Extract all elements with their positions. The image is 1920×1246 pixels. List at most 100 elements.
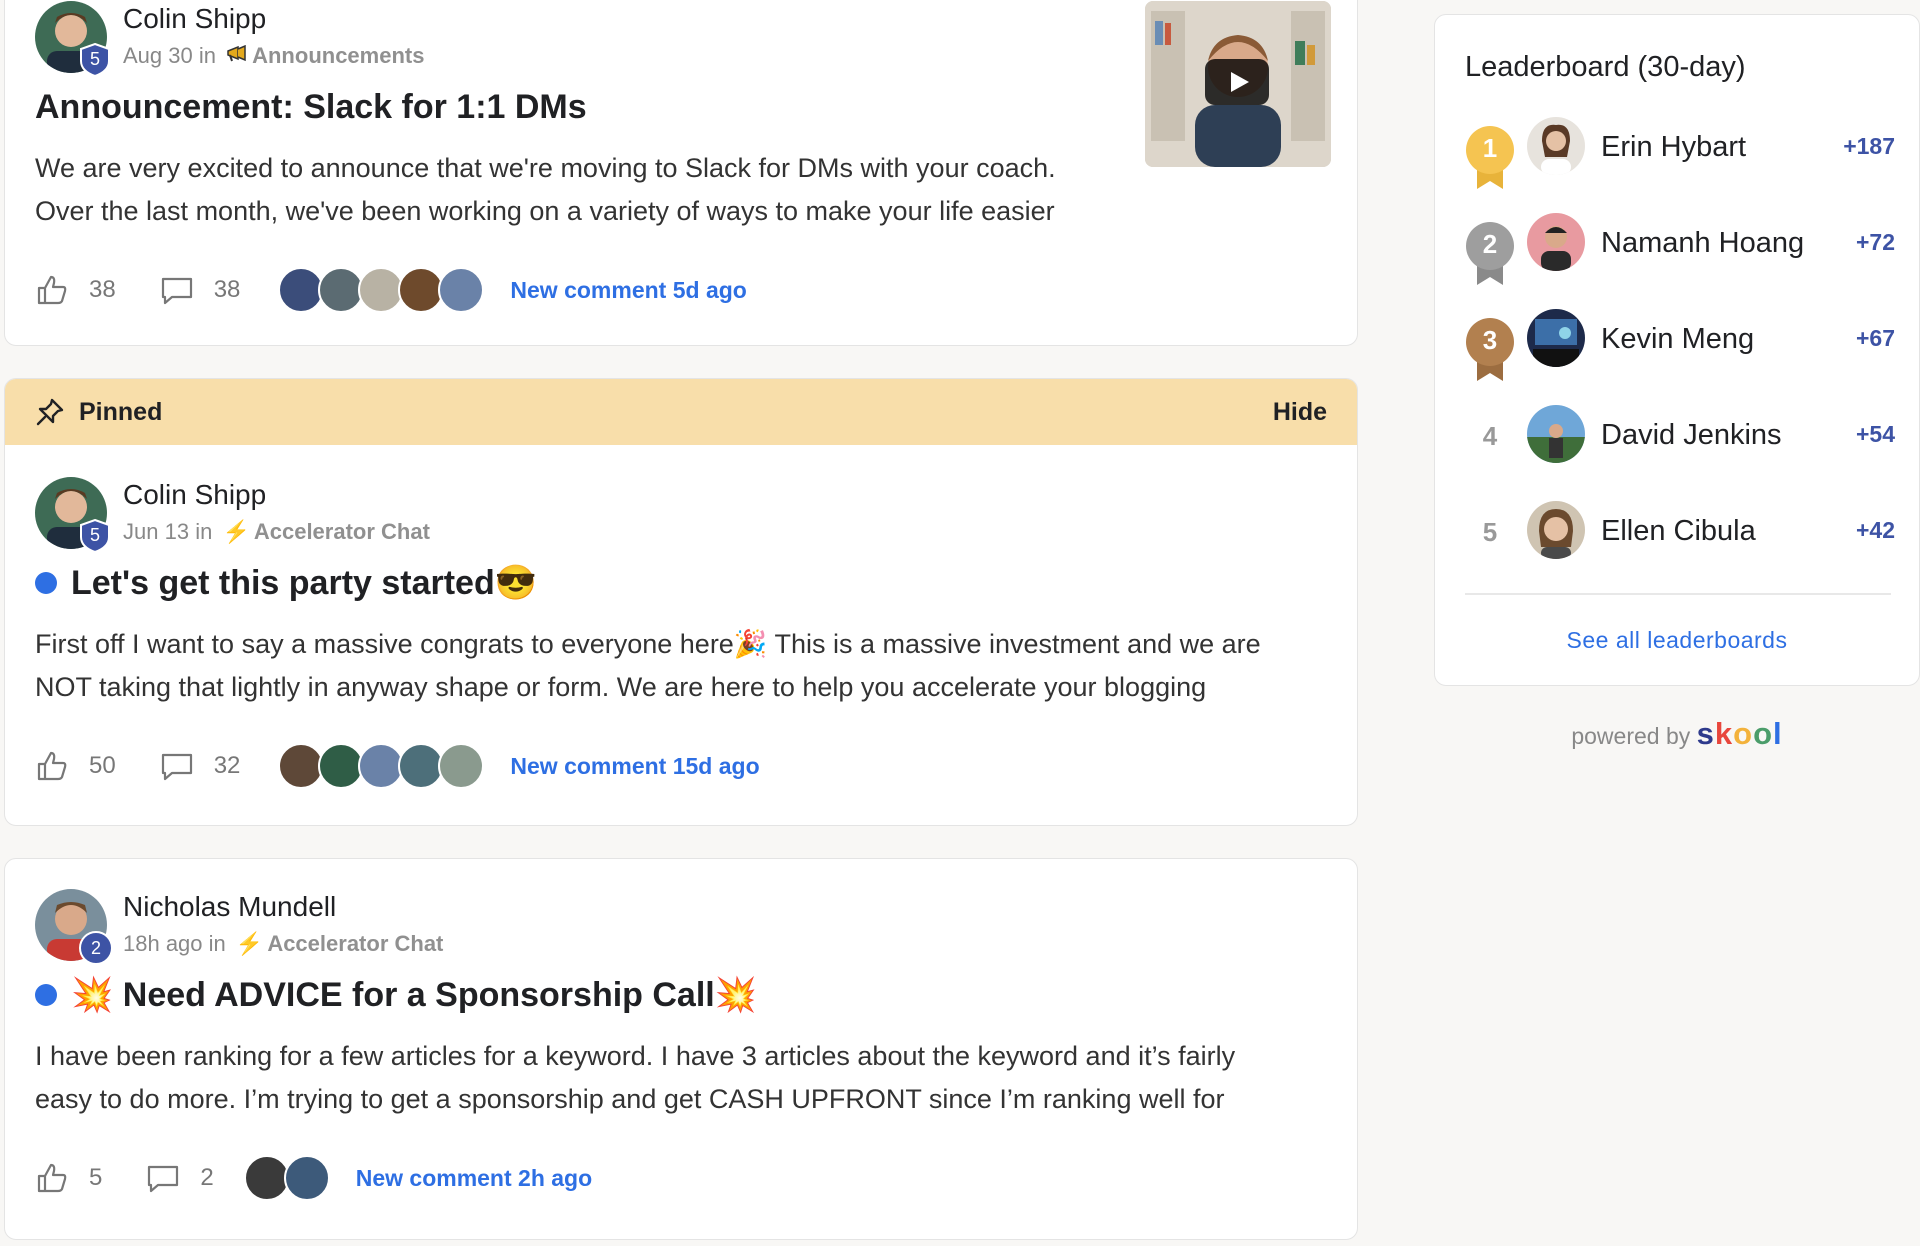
- post-actions: 5 2 New comment 2h ago: [35, 1153, 1327, 1203]
- like-button[interactable]: 5: [35, 1161, 102, 1195]
- post-title-text: Announcement: Slack for 1:1 DMs: [35, 88, 587, 126]
- leaderboard-entry[interactable]: 5 Ellen Cibula +42: [1465, 501, 1895, 573]
- leaderboard-name[interactable]: Kevin Meng: [1601, 323, 1754, 356]
- post-title[interactable]: Let's get this party started😎: [35, 561, 1327, 605]
- video-thumbnail[interactable]: [1145, 1, 1331, 167]
- post-excerpt: I have been ranking for a few articles f…: [35, 1041, 1236, 1114]
- leaderboard-points: +187: [1843, 133, 1895, 159]
- leaderboard-avatar[interactable]: [1527, 213, 1585, 271]
- new-comment-link[interactable]: New comment 15d ago: [510, 753, 759, 780]
- post-actions: 38 38 New comment 5d ago: [35, 265, 1327, 315]
- thumbs-up-icon: [37, 275, 67, 305]
- post-title[interactable]: Announcement: Slack for 1:1 DMs: [35, 85, 1327, 129]
- post-card-pinned[interactable]: Pinned Hide 5 Colin Shipp Jun 13 in ⚡ Acc…: [4, 378, 1358, 826]
- post-title-text: 💥 Need ADVICE for a Sponsorship Call💥: [71, 976, 758, 1014]
- comment-count: 38: [213, 276, 241, 303]
- like-count: 50: [89, 752, 116, 779]
- post-excerpt: We are very excited to announce that we'…: [35, 153, 1056, 226]
- skool-logo[interactable]: skool: [1697, 716, 1783, 751]
- unread-dot: [35, 572, 57, 594]
- post-excerpt: First off I want to say a massive congra…: [35, 629, 1261, 702]
- post-title[interactable]: 💥 Need ADVICE for a Sponsorship Call💥: [35, 973, 1327, 1017]
- leaderboard-panel: Leaderboard (30-day) 1 Erin Hybart +187 …: [1434, 14, 1920, 686]
- commenter-avatar[interactable]: [243, 1155, 290, 1201]
- leaderboard-avatar[interactable]: [1527, 501, 1585, 559]
- post-actions: 50 32 New comment 15d ago: [35, 741, 1327, 791]
- like-button[interactable]: 38: [35, 273, 116, 307]
- comment-button[interactable]: 2: [146, 1161, 214, 1195]
- leaderboard-entry[interactable]: 3 Kevin Meng +67: [1465, 309, 1895, 381]
- post-meta: Jun 13 in ⚡ Accelerator Chat: [123, 519, 430, 545]
- commenter-avatar[interactable]: [438, 743, 485, 789]
- leaderboard-entry[interactable]: 2 Namanh Hoang +72: [1465, 213, 1895, 285]
- comment-button[interactable]: 38: [160, 273, 241, 307]
- comment-count: 32: [213, 752, 241, 779]
- category-link[interactable]: Announcements: [252, 43, 424, 68]
- play-icon[interactable]: [1205, 59, 1269, 105]
- post-date: Jun 13: [123, 519, 190, 544]
- category-link[interactable]: Accelerator Chat: [254, 519, 430, 544]
- divider: [1465, 593, 1891, 595]
- see-all-leaderboards-link[interactable]: See all leaderboards: [1435, 627, 1919, 654]
- powered-by-footer[interactable]: powered by skool: [1434, 716, 1920, 752]
- like-button[interactable]: 50: [35, 749, 116, 783]
- category-link[interactable]: Accelerator Chat: [267, 931, 443, 956]
- commenter-avatars: [278, 267, 485, 313]
- leaderboard-title: Leaderboard (30-day): [1465, 51, 1746, 83]
- level-badge: 5: [79, 42, 111, 78]
- pin-icon: [36, 398, 64, 426]
- level-badge: 2: [79, 931, 113, 965]
- leaderboard-points: +67: [1855, 325, 1895, 351]
- comment-icon: [161, 277, 192, 305]
- leaderboard-entry[interactable]: 4 David Jenkins +54: [1465, 405, 1895, 477]
- post-meta: Aug 30 in Announcements: [123, 43, 424, 69]
- megaphone-icon: [226, 43, 248, 69]
- leaderboard-points: +54: [1855, 421, 1895, 447]
- author-name[interactable]: Colin Shipp: [123, 479, 266, 511]
- commenter-avatar[interactable]: [438, 267, 485, 313]
- post-title-text: Let's get this party started😎: [71, 564, 538, 602]
- level-badge: 5: [79, 518, 111, 554]
- comment-icon: [148, 1165, 179, 1193]
- rank-number: 5: [1482, 517, 1498, 547]
- thumbs-up-icon: [37, 751, 67, 781]
- comment-button[interactable]: 32: [160, 749, 241, 783]
- author-name[interactable]: Nicholas Mundell: [123, 891, 336, 923]
- silver-medal-icon: 2: [1465, 221, 1515, 287]
- leaderboard-avatar[interactable]: [1527, 117, 1585, 175]
- commenter-avatars: [278, 743, 485, 789]
- like-count: 5: [89, 1164, 103, 1191]
- leaderboard-avatar[interactable]: [1527, 405, 1585, 463]
- post-date: Aug 30: [123, 43, 193, 68]
- rank-number: 4: [1482, 421, 1498, 451]
- leaderboard-name[interactable]: Erin Hybart: [1601, 131, 1746, 164]
- new-comment-link[interactable]: New comment 5d ago: [510, 277, 746, 304]
- pinned-banner: Pinned Hide: [5, 379, 1357, 445]
- comment-count: 2: [200, 1164, 214, 1191]
- leaderboard-name[interactable]: Ellen Cibula: [1601, 515, 1756, 548]
- leaderboard-entry[interactable]: 1 Erin Hybart +187: [1465, 117, 1895, 189]
- leaderboard-name[interactable]: Namanh Hoang: [1601, 227, 1804, 260]
- leaderboard-avatar[interactable]: [1527, 309, 1585, 367]
- comment-icon: [161, 753, 192, 781]
- new-comment-link[interactable]: New comment 2h ago: [356, 1165, 592, 1192]
- lightning-icon: ⚡: [235, 931, 264, 956]
- leaderboard-points: +42: [1855, 517, 1895, 543]
- like-count: 38: [89, 276, 116, 303]
- post-date: 18h ago: [123, 931, 203, 956]
- thumbs-up-icon: [37, 1163, 67, 1193]
- meta-in: in: [195, 519, 213, 544]
- post-card[interactable]: 5 Colin Shipp Aug 30 in Announcements An…: [4, 0, 1358, 346]
- meta-in: in: [198, 43, 216, 68]
- commenter-avatars: [243, 1155, 330, 1201]
- gold-medal-icon: 1: [1465, 125, 1515, 191]
- powered-by-text: powered by: [1571, 723, 1691, 749]
- post-card[interactable]: 2 Nicholas Mundell 18h ago in ⚡ Accelerat…: [4, 858, 1358, 1240]
- leaderboard-points: +72: [1855, 229, 1895, 255]
- bronze-medal-icon: 3: [1465, 317, 1515, 383]
- commenter-avatar[interactable]: [283, 1155, 330, 1201]
- author-name[interactable]: Colin Shipp: [123, 3, 266, 35]
- leaderboard-name[interactable]: David Jenkins: [1601, 419, 1782, 452]
- post-meta: 18h ago in ⚡ Accelerator Chat: [123, 931, 443, 957]
- hide-button[interactable]: Hide: [1273, 398, 1327, 427]
